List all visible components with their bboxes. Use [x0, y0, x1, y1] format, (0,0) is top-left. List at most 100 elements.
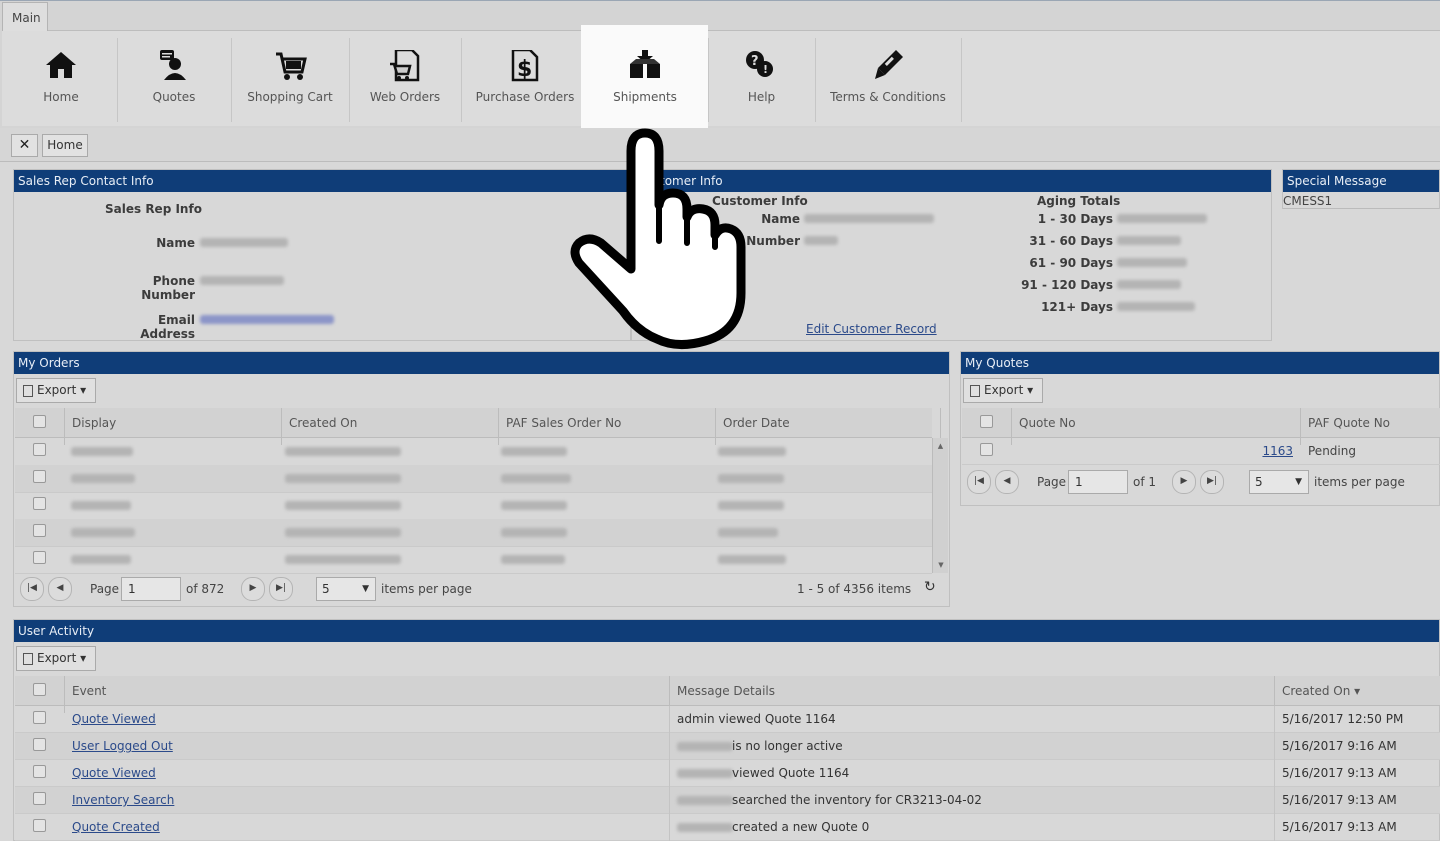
page-size-select[interactable]: 5 ▼: [1249, 470, 1309, 494]
redacted-value: [285, 528, 401, 537]
redacted-value: [501, 528, 567, 537]
page-number-input[interactable]: 1: [1068, 470, 1128, 494]
table-row[interactable]: [15, 465, 932, 493]
quote-number-link[interactable]: 1163: [1011, 444, 1293, 458]
refresh-icon[interactable]: ↻: [924, 579, 936, 595]
column-divider: [1274, 760, 1275, 787]
row-checkbox[interactable]: [33, 497, 46, 510]
ribbon-label: Shipments: [613, 90, 677, 104]
ribbon-terms-button[interactable]: Terms & Conditions: [816, 36, 960, 124]
table-row[interactable]: [15, 546, 932, 574]
main-tab[interactable]: Main: [2, 2, 48, 31]
export-label: Export: [37, 383, 77, 397]
scroll-up-icon[interactable]: ▲: [933, 442, 948, 450]
message-details: searched the inventory for CR3213-04-02: [732, 793, 982, 807]
quotes-export-button[interactable]: Export ▾: [963, 378, 1043, 403]
table-row[interactable]: [15, 492, 932, 520]
panel-header: Sales Rep Contact Info: [14, 170, 630, 192]
redacted-value: [1117, 258, 1187, 267]
table-row[interactable]: Quote Viewed viewed Quote 1164 5/16/2017…: [15, 760, 1440, 787]
row-checkbox[interactable]: [33, 524, 46, 537]
special-message-text: CMESS1: [1283, 192, 1439, 209]
redacted-value: [200, 238, 288, 247]
event-link[interactable]: Quote Viewed: [72, 766, 156, 780]
shopping-cart-icon: [276, 52, 307, 80]
redacted-email-link[interactable]: [200, 315, 334, 324]
table-row[interactable]: [15, 519, 932, 547]
row-checkbox[interactable]: [33, 792, 46, 805]
prev-page-icon[interactable]: ◀: [48, 577, 72, 601]
table-row[interactable]: [15, 438, 932, 466]
row-checkbox[interactable]: [33, 551, 46, 564]
document-icon: [23, 652, 33, 665]
prev-page-icon[interactable]: ◀: [995, 470, 1019, 494]
orders-grid-header: Display Created On PAF Sales Order No Or…: [15, 408, 941, 445]
panel-header: User Activity: [14, 620, 1439, 642]
row-checkbox[interactable]: [33, 443, 46, 456]
redacted-value: [1117, 280, 1181, 289]
sales-rep-phone-label: Phone Number: [141, 274, 195, 302]
orders-scrollbar[interactable]: ▲ ▼: [932, 438, 948, 573]
orders-export-button[interactable]: Export ▾: [16, 378, 96, 403]
event-link[interactable]: Inventory Search: [72, 793, 174, 807]
page-number-input[interactable]: 1: [121, 577, 181, 601]
row-checkbox[interactable]: [33, 470, 46, 483]
ribbon-home-button[interactable]: Home: [6, 36, 116, 124]
table-row[interactable]: Quote Viewed admin viewed Quote 1164 5/1…: [15, 706, 1440, 733]
ribbon-label: Quotes: [152, 90, 196, 104]
column-divider: [1274, 706, 1275, 733]
scroll-down-icon[interactable]: ▼: [933, 561, 949, 569]
aging-totals-title: Aging Totals: [1037, 194, 1121, 208]
home-icon: [46, 52, 76, 78]
sales-rep-title: Sales Rep Info: [105, 202, 202, 216]
edit-customer-record-link[interactable]: Edit Customer Record: [806, 322, 937, 336]
redacted-value: [1117, 302, 1195, 311]
table-row[interactable]: User Logged Out is no longer active 5/16…: [15, 733, 1440, 760]
redacted-value: [718, 501, 784, 510]
page-size-value: 5: [1255, 475, 1263, 489]
row-checkbox[interactable]: [33, 711, 46, 724]
ribbon-purchase-orders-button[interactable]: $ Purchase Orders: [462, 36, 588, 124]
ribbon-help-button[interactable]: ?! Help: [709, 36, 814, 124]
row-checkbox[interactable]: [33, 738, 46, 751]
row-checkbox[interactable]: [33, 765, 46, 778]
ribbon-label: Help: [747, 90, 776, 104]
caret-down-icon: ▾: [80, 383, 87, 397]
aging-label: 121+ Days: [1041, 300, 1113, 314]
first-page-icon[interactable]: |◀: [20, 577, 44, 601]
column-divider: [669, 706, 670, 733]
quotes-grid-header: Quote No PAF Quote No: [962, 408, 1440, 445]
message-details: created a new Quote 0: [732, 820, 870, 834]
page-size-select[interactable]: 5 ▼: [316, 577, 376, 601]
first-page-icon[interactable]: |◀: [967, 470, 991, 494]
caret-down-icon: ▾: [1027, 383, 1034, 397]
next-page-icon[interactable]: ▶: [1172, 470, 1196, 494]
activity-export-button[interactable]: Export ▾: [16, 646, 96, 671]
export-label: Export: [984, 383, 1024, 397]
table-row[interactable]: 1163 Pending: [962, 438, 1440, 465]
orders-pager: |◀ ◀ Page 1 of 872 ▶ ▶| 5 ▼ items per pag…: [15, 573, 945, 605]
ribbon-shopping-cart-button[interactable]: Shopping Cart: [232, 36, 348, 124]
ribbon-quotes-button[interactable]: Quotes: [118, 36, 230, 124]
table-row[interactable]: Inventory Search searched the inventory …: [15, 787, 1440, 814]
close-tab-button[interactable]: ✕: [11, 134, 38, 157]
next-page-icon[interactable]: ▶: [241, 577, 265, 601]
message-details: viewed Quote 1164: [732, 766, 850, 780]
event-link[interactable]: Quote Created: [72, 820, 160, 834]
event-link[interactable]: User Logged Out: [72, 739, 173, 753]
message-details: admin viewed Quote 1164: [677, 712, 836, 726]
ribbon-label: Shopping Cart: [247, 90, 333, 104]
column-divider: [669, 760, 670, 787]
last-page-icon[interactable]: ▶|: [1200, 470, 1224, 494]
tab-home[interactable]: Home: [42, 134, 88, 157]
row-checkbox[interactable]: [33, 819, 46, 832]
row-checkbox[interactable]: [980, 443, 993, 456]
last-page-icon[interactable]: ▶|: [269, 577, 293, 601]
table-row[interactable]: Quote Created created a new Quote 0 5/16…: [15, 814, 1440, 841]
sales-rep-name-label: Name: [156, 236, 195, 250]
event-link[interactable]: Quote Viewed: [72, 712, 156, 726]
ribbon-web-orders-button[interactable]: Web Orders: [350, 36, 460, 124]
redacted-value: [718, 474, 784, 483]
ribbon-shipments-button[interactable]: Shipments: [588, 36, 702, 124]
redacted-value: [677, 823, 733, 832]
